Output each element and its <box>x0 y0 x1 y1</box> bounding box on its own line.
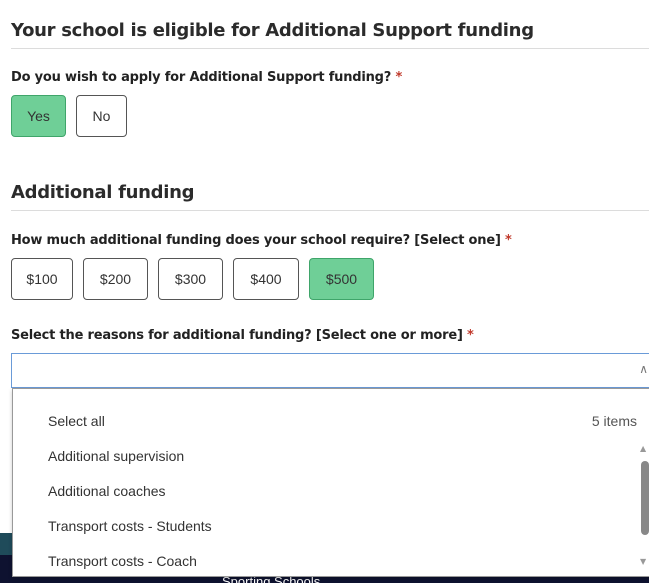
required-mark: * <box>467 328 474 343</box>
required-mark: * <box>505 233 512 248</box>
option-transport-students[interactable]: Transport costs - Students <box>48 518 212 534</box>
funding-question: How much additional funding does your sc… <box>11 233 512 248</box>
item-count: 5 items <box>591 413 637 429</box>
question-text: Do you wish to apply for Additional Supp… <box>11 70 392 85</box>
scroll-down-icon[interactable]: ▼ <box>640 557 646 566</box>
reasons-multiselect[interactable]: ∧ <box>11 353 649 388</box>
list-scrollbar[interactable]: ▲ ▼ <box>639 439 649 577</box>
amount-300-button[interactable]: $300 <box>158 258 223 300</box>
reasons-dropdown-list: Select all 5 items Additional supervisio… <box>12 388 649 577</box>
divider <box>11 48 649 49</box>
reasons-question: Select the reasons for additional fundin… <box>11 328 474 343</box>
scrollbar-thumb[interactable] <box>641 461 649 535</box>
question-text: Select the reasons for additional fundin… <box>11 328 463 343</box>
yes-button[interactable]: Yes <box>11 95 66 137</box>
question-text: How much additional funding does your sc… <box>11 233 501 248</box>
eligibility-heading: Your school is eligible for Additional S… <box>11 20 534 41</box>
select-all-option[interactable]: Select all <box>48 413 105 429</box>
funding-heading: Additional funding <box>11 182 195 203</box>
amount-100-button[interactable]: $100 <box>11 258 73 300</box>
required-mark: * <box>395 70 403 85</box>
amount-400-button[interactable]: $400 <box>233 258 299 300</box>
eligibility-question: Do you wish to apply for Additional Supp… <box>11 70 402 85</box>
option-additional-coaches[interactable]: Additional coaches <box>48 483 166 499</box>
no-button[interactable]: No <box>76 95 127 137</box>
divider <box>11 210 649 211</box>
option-transport-coach[interactable]: Transport costs - Coach <box>48 553 197 569</box>
page: Sporting Schools Your school is eligible… <box>0 0 649 583</box>
scroll-up-icon[interactable]: ▲ <box>640 444 646 453</box>
amount-500-button[interactable]: $500 <box>309 258 374 300</box>
amount-200-button[interactable]: $200 <box>83 258 148 300</box>
chevron-up-icon[interactable]: ∧ <box>639 362 648 376</box>
option-additional-supervision[interactable]: Additional supervision <box>48 448 184 464</box>
